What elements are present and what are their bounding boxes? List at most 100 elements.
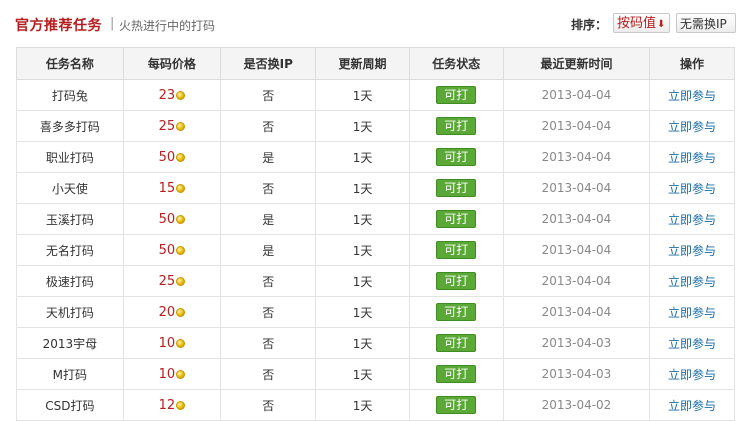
status-cell: 可打 <box>408 296 504 328</box>
price-value: 10 <box>158 366 176 382</box>
column-header-period: 更新周期 <box>315 47 410 80</box>
coin-icon <box>176 152 186 162</box>
coin-icon <box>176 183 186 193</box>
title-separator: | <box>110 16 115 31</box>
updated-date: 2013-04-04 <box>502 79 651 111</box>
section-header: 官方推荐任务 | 火热进行中的打码 排序： 按码值⬇ 无需换IP <box>0 0 741 46</box>
price-value: 50 <box>158 211 176 227</box>
updated-date: 2013-04-04 <box>502 141 651 173</box>
status-cell: 可打 <box>408 141 504 173</box>
change-ip-value: 是 <box>220 234 317 266</box>
period-value: 1天 <box>315 234 410 266</box>
price-cell: 15 <box>122 172 222 204</box>
change-ip-value: 否 <box>220 358 317 390</box>
updated-date: 2013-04-04 <box>502 110 651 142</box>
period-value: 1天 <box>315 79 410 111</box>
task-table: 任务名称 每码价格 是否换IP 更新周期 任务状态 最近更新时间 操作 打码兔 2… <box>16 47 735 421</box>
change-ip-value: 否 <box>220 327 317 359</box>
task-name: CSD打码 <box>16 389 124 421</box>
table-row: 极速打码 25 否 1天 可打 2013-04-04 立即参与 <box>16 265 735 297</box>
price-cell: 12 <box>122 389 222 421</box>
price-value: 20 <box>158 304 176 320</box>
task-name: 小天使 <box>16 172 124 204</box>
join-now-link[interactable]: 立即参与 <box>668 399 716 413</box>
status-badge: 可打 <box>436 210 477 228</box>
status-cell: 可打 <box>408 389 504 421</box>
coin-icon <box>176 245 186 255</box>
task-name: 极速打码 <box>16 265 124 297</box>
updated-date: 2013-04-04 <box>502 296 651 328</box>
task-name: 打码兔 <box>16 79 124 111</box>
column-header-price: 每码价格 <box>122 47 222 80</box>
updated-date: 2013-04-03 <box>502 358 651 390</box>
table-row: 无名打码 50 是 1天 可打 2013-04-04 立即参与 <box>16 234 735 266</box>
table-row: 天机打码 20 否 1天 可打 2013-04-04 立即参与 <box>16 296 735 328</box>
coin-icon <box>176 90 186 100</box>
change-ip-value: 否 <box>220 389 317 421</box>
table-row: 小天使 15 否 1天 可打 2013-04-04 立即参与 <box>16 172 735 204</box>
join-now-link[interactable]: 立即参与 <box>668 368 716 382</box>
table-row: 2013宇母 10 否 1天 可打 2013-04-03 立即参与 <box>16 327 735 359</box>
coin-icon <box>176 121 186 131</box>
join-now-link[interactable]: 立即参与 <box>668 244 716 258</box>
status-badge: 可打 <box>436 241 477 259</box>
price-cell: 20 <box>122 296 222 328</box>
join-now-link[interactable]: 立即参与 <box>668 182 716 196</box>
coin-icon <box>176 214 186 224</box>
updated-date: 2013-04-04 <box>502 203 651 235</box>
price-cell: 10 <box>122 358 222 390</box>
updated-date: 2013-04-04 <box>502 172 651 204</box>
column-header-change-ip: 是否换IP <box>220 47 317 80</box>
join-now-link[interactable]: 立即参与 <box>668 306 716 320</box>
status-badge: 可打 <box>436 272 477 290</box>
filter-no-ip-change-label: 无需换IP <box>680 17 727 31</box>
change-ip-value: 否 <box>220 296 317 328</box>
page-subtitle: 火热进行中的打码 <box>119 19 216 33</box>
action-cell: 立即参与 <box>649 172 735 204</box>
action-cell: 立即参与 <box>649 203 735 235</box>
period-value: 1天 <box>315 203 410 235</box>
table-row: 玉溪打码 50 是 1天 可打 2013-04-04 立即参与 <box>16 203 735 235</box>
price-value: 50 <box>158 149 176 165</box>
join-now-link[interactable]: 立即参与 <box>668 89 716 103</box>
page-title: 官方推荐任务 <box>15 18 102 34</box>
filter-no-ip-change-button[interactable]: 无需换IP <box>676 13 736 33</box>
status-badge: 可打 <box>436 396 477 414</box>
column-header-action: 操作 <box>649 47 735 80</box>
status-badge: 可打 <box>436 179 477 197</box>
sort-label: 排序： <box>571 18 608 32</box>
price-cell: 25 <box>122 265 222 297</box>
join-now-link[interactable]: 立即参与 <box>668 337 716 351</box>
price-value: 25 <box>158 273 176 289</box>
updated-date: 2013-04-03 <box>502 327 651 359</box>
updated-date: 2013-04-02 <box>502 389 651 421</box>
sort-by-price-button[interactable]: 按码值⬇ <box>613 13 670 33</box>
price-value: 25 <box>158 118 176 134</box>
table-row: 打码兔 23 否 1天 可打 2013-04-04 立即参与 <box>16 79 735 111</box>
price-value: 15 <box>158 180 176 196</box>
task-name: 天机打码 <box>16 296 124 328</box>
join-now-link[interactable]: 立即参与 <box>668 120 716 134</box>
join-now-link[interactable]: 立即参与 <box>668 275 716 289</box>
action-cell: 立即参与 <box>649 79 735 111</box>
status-badge: 可打 <box>436 117 477 135</box>
status-cell: 可打 <box>408 265 504 297</box>
change-ip-value: 否 <box>220 172 317 204</box>
price-cell: 50 <box>122 234 222 266</box>
column-header-status: 任务状态 <box>408 47 504 80</box>
table-row: 职业打码 50 是 1天 可打 2013-04-04 立即参与 <box>16 141 735 173</box>
column-header-task-name: 任务名称 <box>16 47 124 80</box>
status-badge: 可打 <box>436 334 477 352</box>
coin-icon <box>176 369 186 379</box>
join-now-link[interactable]: 立即参与 <box>668 213 716 227</box>
task-name: 无名打码 <box>16 234 124 266</box>
join-now-link[interactable]: 立即参与 <box>668 151 716 165</box>
task-name: M打码 <box>16 358 124 390</box>
updated-date: 2013-04-04 <box>502 234 651 266</box>
period-value: 1天 <box>315 172 410 204</box>
table-row: M打码 10 否 1天 可打 2013-04-03 立即参与 <box>16 358 735 390</box>
coin-icon <box>176 338 186 348</box>
period-value: 1天 <box>315 389 410 421</box>
price-cell: 50 <box>122 141 222 173</box>
action-cell: 立即参与 <box>649 296 735 328</box>
